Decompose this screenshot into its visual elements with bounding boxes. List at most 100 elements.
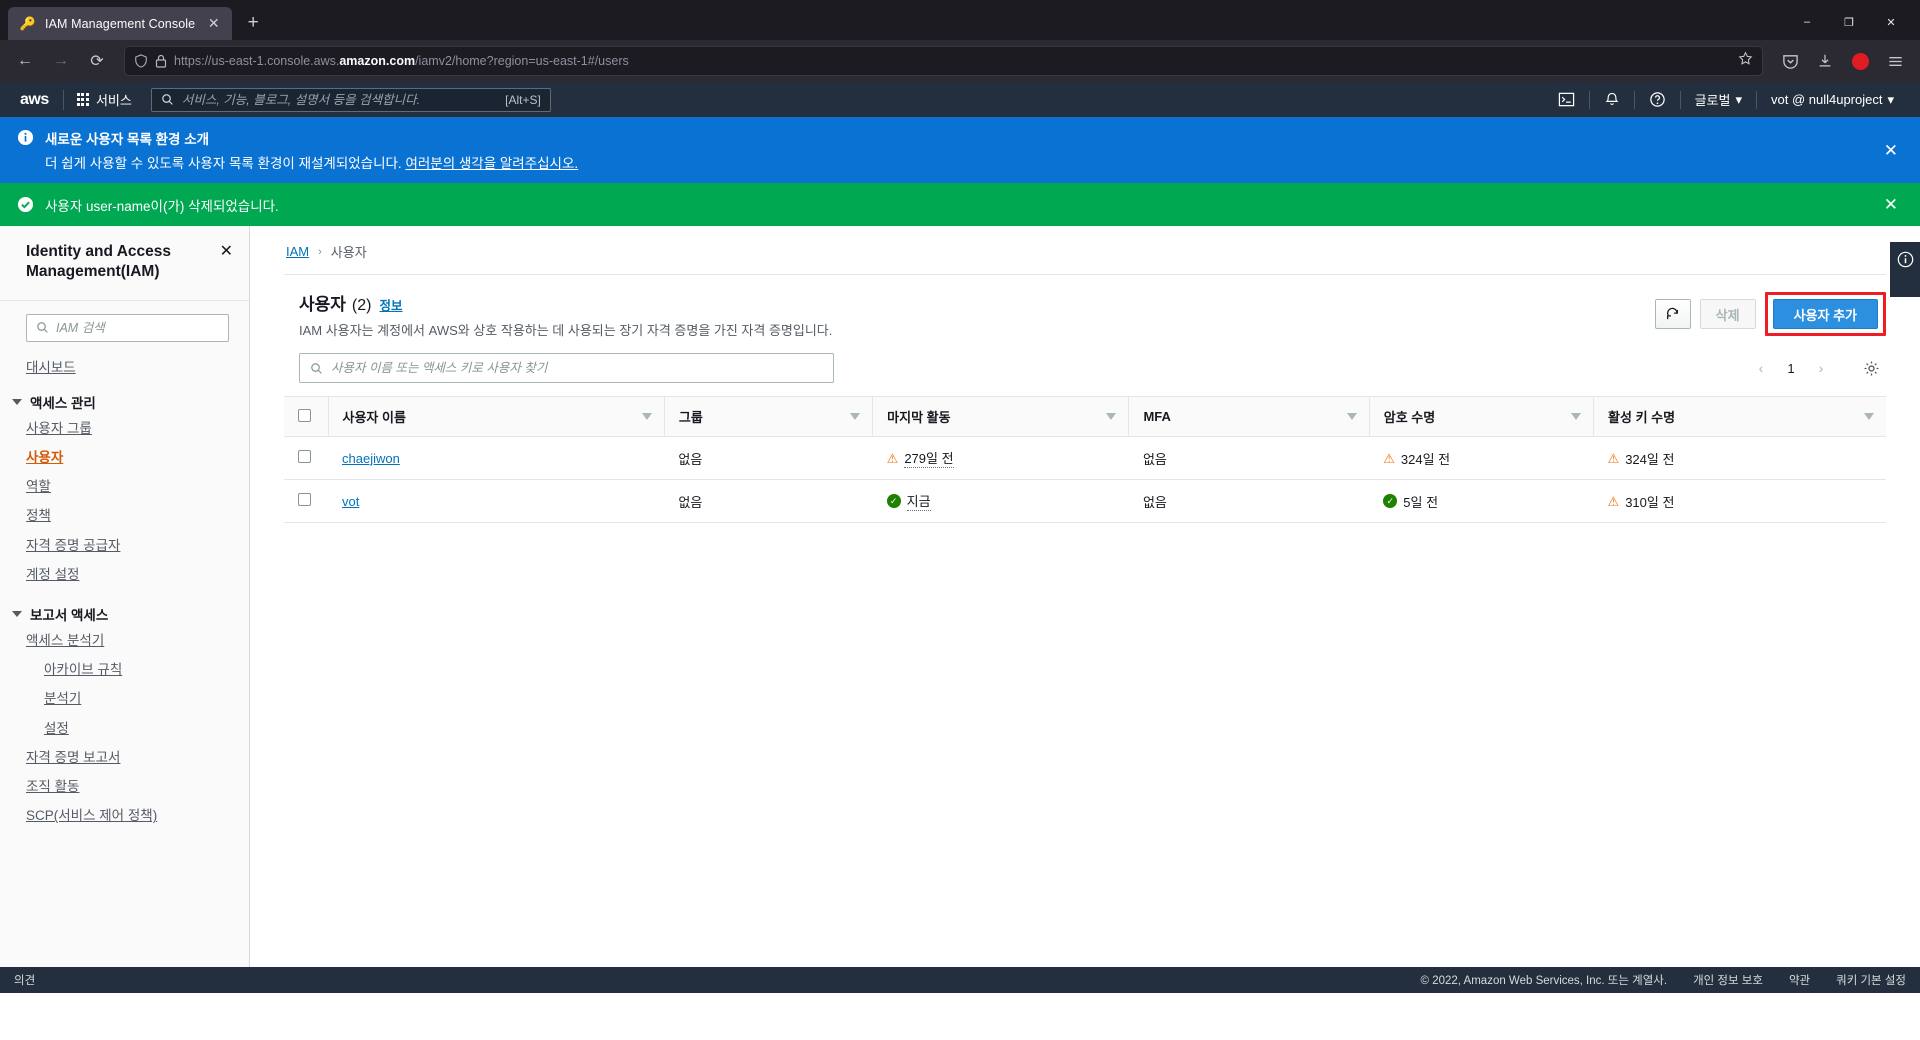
caret-down-icon bbox=[12, 611, 22, 618]
sidebar-item-settings[interactable]: 설정 bbox=[0, 714, 249, 743]
browser-tab[interactable]: 🔑 IAM Management Console ✕ bbox=[8, 7, 233, 40]
aws-logo[interactable]: aws bbox=[12, 91, 63, 109]
table-row[interactable]: vot 없음 ✓ 지금 없음 ✓ 5일 전 ⚠ 310일 전 bbox=[284, 479, 1886, 523]
user-count: (2) bbox=[351, 297, 372, 314]
column-header-user-name[interactable]: 사용자 이름 bbox=[327, 396, 665, 437]
check-circle-icon: ✓ bbox=[1383, 494, 1398, 508]
menu-icon[interactable] bbox=[1878, 45, 1912, 77]
cookie-preferences-link[interactable]: 쿼키 기본 설정 bbox=[1836, 972, 1906, 988]
close-icon[interactable]: ✕ bbox=[1880, 194, 1902, 215]
sidebar-search-box[interactable] bbox=[26, 313, 229, 342]
account-menu[interactable]: vot @ null4uproject ▾ bbox=[1757, 82, 1908, 117]
cell-user-name: chaejiwon bbox=[328, 436, 665, 480]
prev-page-button[interactable]: ‹ bbox=[1748, 355, 1774, 381]
sidebar-search-input[interactable] bbox=[56, 320, 219, 335]
warning-icon: ⚠ bbox=[1607, 450, 1620, 466]
terms-link[interactable]: 약관 bbox=[1789, 972, 1810, 988]
global-search-input[interactable] bbox=[181, 92, 498, 107]
close-icon[interactable]: ✕ bbox=[1880, 140, 1902, 161]
maximize-icon[interactable]: ❐ bbox=[1828, 6, 1870, 38]
download-icon[interactable] bbox=[1808, 45, 1842, 77]
sidebar-item-account-settings[interactable]: 계정 설정 bbox=[0, 560, 249, 589]
column-header-last-activity[interactable]: 마지막 활동 bbox=[872, 396, 1129, 437]
user-link[interactable]: chaejiwon bbox=[342, 451, 400, 466]
feedback-link[interactable]: 의견 bbox=[14, 972, 1421, 988]
delete-button[interactable]: 삭제 bbox=[1699, 299, 1756, 329]
card-header: 사용자 (2) 정보 IAM 사용자는 계정에서 AWS와 상호 작용하는 데 … bbox=[284, 290, 1886, 339]
info-banner-text: 더 쉽게 사용할 수 있도록 사용자 목록 환경이 재설계되었습니다. 여러분의… bbox=[45, 156, 579, 171]
breadcrumb-root[interactable]: IAM bbox=[286, 244, 309, 259]
table-filter-row: ‹ 1 › bbox=[284, 339, 1886, 396]
sidebar-item-users[interactable]: 사용자 bbox=[0, 443, 249, 472]
user-search-input[interactable] bbox=[331, 361, 823, 375]
add-user-button[interactable]: 사용자 추가 bbox=[1772, 299, 1878, 329]
success-banner: 사용자 user-name이(가) 삭제되었습니다. ✕ bbox=[0, 183, 1920, 226]
close-icon[interactable]: ✕ bbox=[204, 14, 223, 33]
pocket-icon[interactable] bbox=[1773, 45, 1807, 77]
next-page-button[interactable]: › bbox=[1808, 355, 1834, 381]
url-bar[interactable]: https://us-east-1.console.aws.amazon.com… bbox=[124, 46, 1763, 76]
cell-last-activity: ✓ 지금 bbox=[872, 479, 1129, 523]
tab-title: IAM Management Console bbox=[45, 16, 196, 31]
region-selector[interactable]: 글로벌 ▾ bbox=[1681, 82, 1756, 117]
user-link[interactable]: vot bbox=[342, 494, 359, 509]
sidebar-group-access-reports[interactable]: 보고서 액세스 bbox=[0, 595, 249, 626]
sidebar-item-credential-report[interactable]: 자격 증명 보고서 bbox=[0, 743, 249, 772]
sidebar-item-organization-activity[interactable]: 조직 활동 bbox=[0, 773, 249, 802]
sidebar-item-scp[interactable]: SCP(서비스 제어 정책) bbox=[0, 802, 249, 831]
lock-icon bbox=[155, 54, 167, 68]
sidebar-item-identity-providers[interactable]: 자격 증명 공급자 bbox=[0, 531, 249, 560]
sidebar-item-analyzers[interactable]: 분석기 bbox=[0, 685, 249, 714]
sidebar-item-roles[interactable]: 역할 bbox=[0, 473, 249, 502]
warning-icon: ⚠ bbox=[886, 450, 899, 466]
gear-icon[interactable] bbox=[1856, 354, 1886, 382]
feedback-link[interactable]: 여러분의 생각을 알려주십시오. bbox=[405, 156, 578, 171]
minimize-icon[interactable]: – bbox=[1786, 6, 1828, 38]
cell-mfa: 없음 bbox=[1128, 479, 1370, 523]
cell-password-age: ⚠ 324일 전 bbox=[1369, 436, 1594, 480]
table-row[interactable]: chaejiwon 없음 ⚠ 279일 전 없음 ⚠ 324일 전 ⚠ 324일 전 bbox=[284, 436, 1886, 480]
notifications-bell-icon[interactable] bbox=[1590, 82, 1634, 117]
services-label: 서비스 bbox=[95, 93, 132, 108]
services-menu-button[interactable]: 서비스 bbox=[64, 82, 145, 117]
browser-tabstrip: 🔑 IAM Management Console ✕ + – ❐ ✕ bbox=[0, 0, 1920, 40]
window-close-icon[interactable]: ✕ bbox=[1870, 6, 1912, 38]
add-user-highlight: 사용자 추가 bbox=[1764, 292, 1886, 336]
cloudshell-icon[interactable] bbox=[1544, 82, 1589, 117]
refresh-button[interactable] bbox=[1654, 299, 1691, 329]
sidebar-group-access-management[interactable]: 액세스 관리 bbox=[0, 383, 249, 414]
back-icon[interactable]: ← bbox=[8, 45, 42, 77]
help-icon[interactable] bbox=[1635, 82, 1680, 117]
column-header-group[interactable]: 그룹 bbox=[663, 396, 873, 437]
help-panel-toggle[interactable] bbox=[1890, 242, 1920, 297]
column-header-access-key-age[interactable]: 활성 키 수명 bbox=[1593, 396, 1886, 437]
sidebar-header: Identity and Access Management(IAM) ✕ bbox=[0, 242, 249, 283]
sidebar-item-user-groups[interactable]: 사용자 그룹 bbox=[0, 414, 249, 443]
row-checkbox[interactable] bbox=[298, 450, 311, 463]
sidebar-item-access-analyzer[interactable]: 액세스 분석기 bbox=[0, 626, 249, 655]
sidebar-group-label: 액세스 관리 bbox=[30, 396, 96, 412]
row-checkbox[interactable] bbox=[298, 493, 311, 506]
bookmark-star-icon[interactable] bbox=[1738, 51, 1753, 71]
forward-icon[interactable]: → bbox=[44, 45, 78, 77]
sidebar-item-policies[interactable]: 정책 bbox=[0, 502, 249, 531]
column-header-mfa[interactable]: MFA bbox=[1128, 396, 1370, 437]
select-all-checkbox[interactable] bbox=[298, 408, 311, 422]
breadcrumb-current: 사용자 bbox=[330, 245, 367, 260]
close-icon[interactable]: ✕ bbox=[218, 242, 235, 262]
privacy-link[interactable]: 개인 정보 보호 bbox=[1693, 972, 1763, 988]
reload-icon[interactable]: ⟳ bbox=[80, 45, 114, 77]
new-tab-button[interactable]: + bbox=[238, 8, 268, 38]
column-header-password-age[interactable]: 암호 수명 bbox=[1368, 396, 1594, 437]
users-table: 사용자 이름 그룹 마지막 활동 MFA 암호 수명 활성 키 수명 chaej… bbox=[284, 396, 1886, 523]
extension-icon[interactable] bbox=[1843, 45, 1877, 77]
page-body: Identity and Access Management(IAM) ✕ 대시… bbox=[0, 226, 1920, 967]
page-number[interactable]: 1 bbox=[1778, 355, 1804, 381]
key-icon: 🔑 bbox=[19, 15, 37, 31]
info-link[interactable]: 정보 bbox=[379, 295, 402, 314]
sidebar-item-dashboard[interactable]: 대시보드 bbox=[0, 354, 249, 383]
user-search-box[interactable] bbox=[299, 353, 834, 383]
card-header-left: 사용자 (2) 정보 IAM 사용자는 계정에서 AWS와 상호 작용하는 데 … bbox=[299, 290, 1655, 339]
global-search-box[interactable]: [Alt+S] bbox=[150, 87, 551, 112]
sidebar-item-archive-rules[interactable]: 아카이브 규칙 bbox=[0, 656, 249, 685]
